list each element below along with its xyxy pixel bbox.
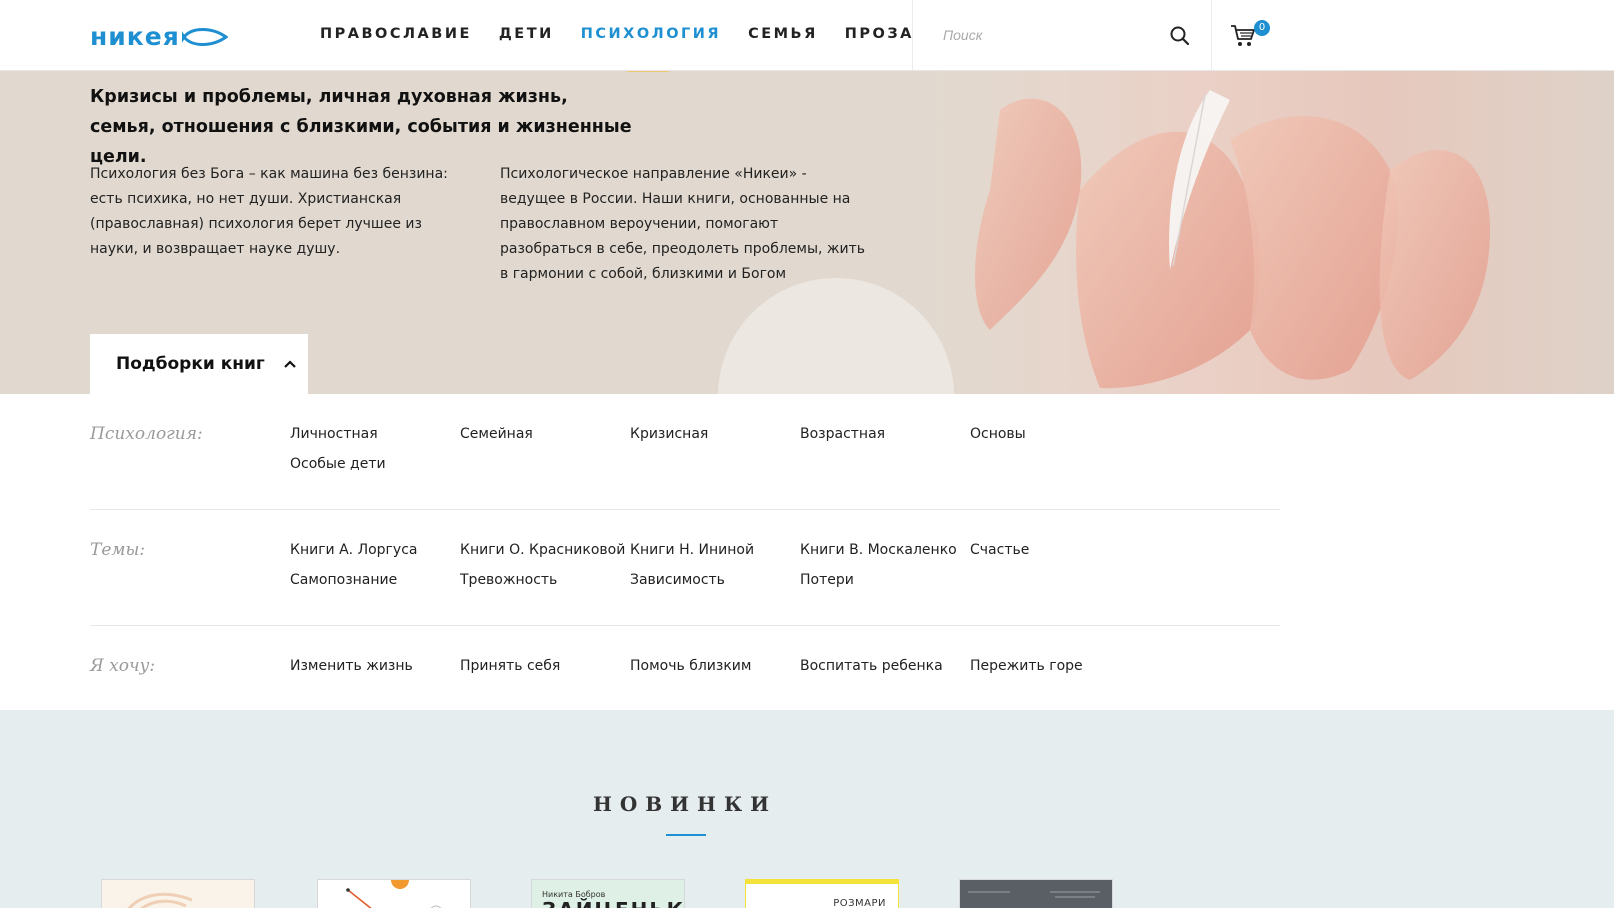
decorative-circle [718,278,954,394]
collections-label: Подборки книг [116,354,265,374]
filter-row-i-want: Я хочу: Изменить жизнь Принять себя Помо… [90,626,1280,710]
hero-lead-line1: Кризисы и проблемы, личная духовная жизн… [90,87,568,107]
book-cover-art [346,880,442,908]
search-input[interactable] [943,22,1143,48]
new-books-section: НОВИНКИ Никита Бобров ЗАЙЦЕНЬКА РОЗМАРИ [0,710,1614,908]
cart-count-badge: 0 [1254,20,1270,36]
filter-link[interactable]: Принять себя [460,658,630,674]
collections-toggle[interactable]: Подборки книг [90,334,308,394]
cart-button[interactable]: 0 [1230,20,1270,50]
filter-link[interactable]: Зависимость [630,572,800,588]
book-title: РОЗМАРИ [833,898,886,908]
filter-row-topics: Темы: Книги А. Лоргуса Книги О. Краснико… [90,510,1280,626]
filter-link[interactable]: Особые дети [290,456,460,472]
hands-illustration [975,90,1490,389]
filter-link[interactable]: Книги Н. Ининой [630,542,800,558]
filter-link[interactable]: Книги А. Лоргуса [290,542,460,558]
filter-link[interactable]: Личностная [290,426,460,442]
main-nav: ПРАВОСЛАВИЕ ДЕТИ ПСИХОЛОГИЯ СЕМЬЯ ПРОЗА [320,26,914,42]
book-cover[interactable]: Никита Бобров ЗАЙЦЕНЬКА [532,880,684,908]
filter-links: Книги А. Лоргуса Книги О. Красниковой Кн… [290,542,1190,588]
filter-links: Изменить жизнь Принять себя Помочь близк… [290,658,1190,674]
hero-banner: Кризисы и проблемы, личная духовная жизн… [0,70,1614,394]
nav-family[interactable]: СЕМЬЯ [748,26,818,42]
filter-link[interactable]: Пережить горе [970,658,1140,674]
filter-link[interactable]: Счастье [970,542,1140,558]
filter-link[interactable]: Изменить жизнь [290,658,460,674]
hero-lead-text: Кризисы и проблемы, личная духовная жизн… [90,82,690,172]
hands-feather-image [930,70,1614,394]
chevron-up-icon [284,360,296,368]
site-header: никея ПРАВОСЛАВИЕ ДЕТИ ПСИХОЛОГИЯ СЕМЬЯ … [0,0,1614,70]
site-logo[interactable]: никея [90,22,228,51]
logo-text: никея [90,22,180,51]
filter-link[interactable]: Самопознание [290,572,460,588]
filter-row-psychology: Психология: Личностная Семейная Кризисна… [90,394,1280,510]
filter-label: Я хочу: [90,656,156,676]
filter-link[interactable]: Потери [800,572,970,588]
book-cover[interactable] [102,880,254,908]
cart-icon [1231,25,1255,46]
book-cover-art [968,891,1100,898]
nav-prose[interactable]: ПРОЗА [845,26,914,42]
book-title: ЗАЙЦЕНЬКА [542,898,684,908]
search-icon[interactable] [1169,25,1191,47]
hero-description-right: Психологическое направление «Никеи» - ве… [500,166,866,282]
filter-link[interactable]: Помочь близким [630,658,800,674]
book-cover-art [127,892,193,908]
filter-link[interactable]: Возрастная [800,426,970,442]
search-box [912,0,1212,70]
nav-children[interactable]: ДЕТИ [499,26,554,42]
section-title: НОВИНКИ [592,792,778,816]
nav-orthodoxy[interactable]: ПРАВОСЛАВИЕ [320,26,472,42]
title-underline [666,834,706,836]
filter-link[interactable]: Книги В. Москаленко [800,542,970,558]
hero-description-left: Психология без Бога – как машина без бен… [90,166,448,257]
book-cover[interactable] [960,880,1112,908]
filter-link[interactable]: Воспитать ребенка [800,658,970,674]
filter-link[interactable]: Книги О. Красниковой [460,542,630,558]
filter-label: Темы: [90,540,146,560]
fish-icon [181,27,228,46]
filter-link[interactable]: Семейная [460,426,630,442]
filter-link[interactable]: Кризисная [630,426,800,442]
book-collections-panel: Психология: Личностная Семейная Кризисна… [0,394,1614,710]
filter-label: Психология: [90,424,203,444]
nav-psychology[interactable]: ПСИХОЛОГИЯ [581,26,721,42]
decorative-dot [620,70,676,72]
book-cover[interactable]: РОЗМАРИ [746,880,898,908]
filter-links: Личностная Семейная Кризисная Возрастная… [290,426,1190,472]
filter-link[interactable]: Основы [970,426,1140,442]
filter-link[interactable]: Тревожность [460,572,630,588]
book-cover[interactable] [318,880,470,908]
